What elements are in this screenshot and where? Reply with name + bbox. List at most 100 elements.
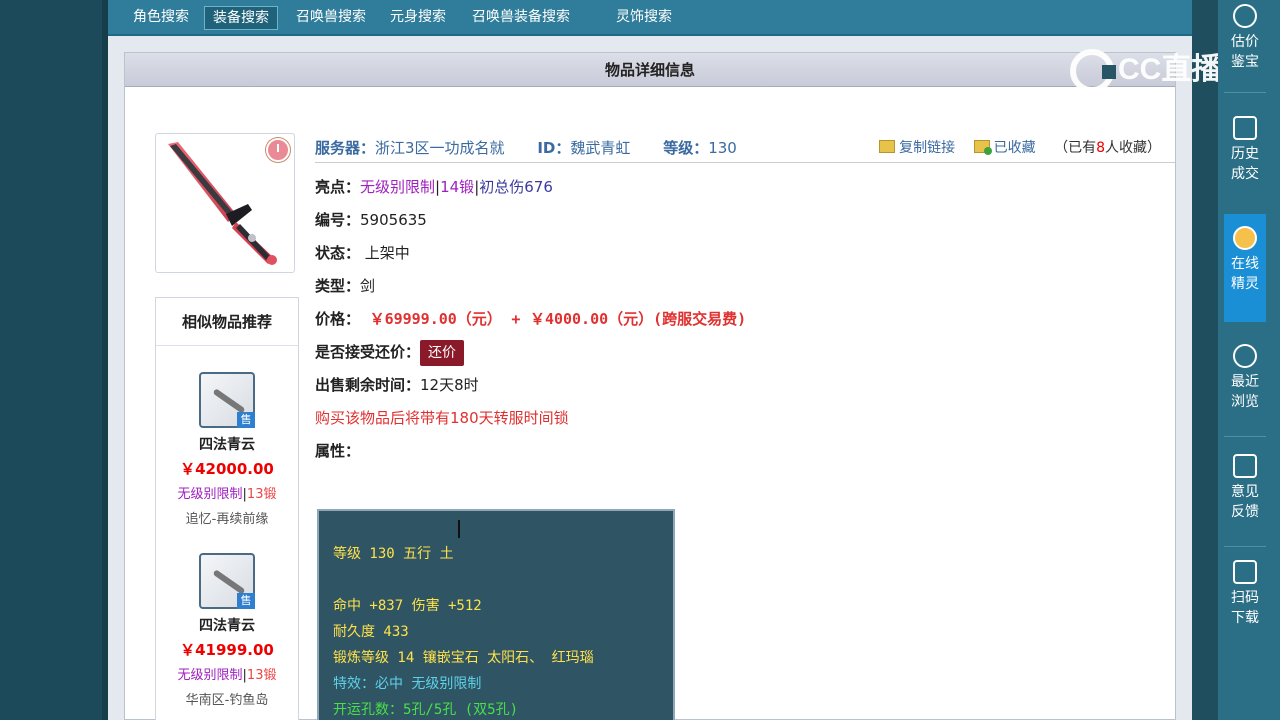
type-value: 剑 bbox=[360, 277, 376, 295]
tab-summon-equipment-search[interactable]: 召唤兽装备搜索 bbox=[464, 6, 578, 30]
price-plus: + bbox=[511, 310, 521, 328]
text-cursor bbox=[458, 520, 460, 538]
check-shield-icon bbox=[1233, 116, 1257, 140]
price-value: ￥69999.00（元） bbox=[369, 310, 502, 328]
top-navigation: 角色搜索 装备搜索 召唤兽搜索 元身搜索 召唤兽装备搜索 灵饰搜索 bbox=[108, 0, 1192, 36]
timer-icon bbox=[266, 138, 290, 162]
highlights-row: 亮点：无级别限制|14锻|初总伤676 bbox=[315, 178, 553, 196]
attr-level-element: 等级 130 五行 土 bbox=[333, 546, 454, 562]
similar-item-price: ￥42000.00 bbox=[180, 460, 274, 478]
similar-item-name[interactable]: 四法青云 bbox=[156, 434, 298, 454]
attr-special-effect: 特效：必中 无级别限制 bbox=[333, 676, 482, 692]
highlight-forge: 14锻 bbox=[440, 178, 475, 196]
cross-server-fee: ￥4000.00（元）(跨服交易费) bbox=[529, 310, 747, 328]
similar-items-box: 相似物品推荐 售 四法青云 ￥42000.00 无级别限制|13锻 追忆-再续前… bbox=[155, 297, 299, 720]
similar-item-server: 华南区-钓鱼岛 bbox=[185, 693, 269, 708]
attributes-row: 属性： bbox=[315, 435, 1175, 468]
id-label: ID： bbox=[537, 139, 571, 157]
copy-link-button[interactable]: 复制链接 bbox=[879, 140, 955, 156]
favorite-count-number: 8 bbox=[1096, 140, 1105, 156]
scan-icon bbox=[1233, 560, 1257, 584]
header-actions: 复制链接 已收藏 （已有8人收藏） bbox=[865, 133, 1161, 163]
sidebar-item-appraisal[interactable]: 估价鉴宝 bbox=[1224, 4, 1266, 72]
folder-link-icon bbox=[879, 140, 896, 153]
haggle-button[interactable]: 还价 bbox=[420, 339, 465, 366]
tab-equipment-search[interactable]: 装备搜索 bbox=[204, 6, 278, 30]
right-sidebar: 估价鉴宝 历史成交 在线精灵 最近浏览 意见反馈 扫码下载 bbox=[1218, 0, 1280, 720]
sidebar-item-label: 扫码下载 bbox=[1231, 590, 1259, 626]
similar-item-tag-forge: 13锻 bbox=[246, 487, 277, 502]
cc-logo-icon bbox=[1070, 49, 1116, 94]
server-label: 服务器： bbox=[315, 139, 376, 157]
attributes-label: 属性： bbox=[315, 442, 361, 460]
similar-item-server: 追忆-再续前缘 bbox=[185, 512, 269, 527]
haggle-row: 是否接受还价： 还价 bbox=[315, 336, 1175, 369]
cc-live-watermark: CC直播 bbox=[1070, 44, 1221, 94]
server-value: 浙江3区一功成名就 bbox=[375, 139, 505, 157]
item-header-row: 服务器：浙江3区一功成名就 ID：魏武青虹 等级：130 复制链接 已收藏 （已… bbox=[315, 133, 1175, 163]
status-label: 状态： bbox=[315, 244, 361, 262]
sword-icon bbox=[212, 569, 246, 595]
attr-luck-holes: 开运孔数：5孔/5孔 (双5孔) bbox=[333, 702, 519, 718]
highlight-damage: 初总伤676 bbox=[479, 178, 553, 196]
favorite-label: 已收藏 bbox=[993, 140, 1036, 156]
attr-durability: 耐久度 433 bbox=[333, 624, 409, 640]
plus-circle-icon bbox=[1233, 4, 1257, 28]
similar-items-title: 相似物品推荐 bbox=[156, 298, 298, 346]
sidebar-item-history-deals[interactable]: 历史成交 bbox=[1224, 116, 1266, 184]
attr-hit-damage: 命中 +837 伤害 +512 bbox=[333, 598, 482, 614]
similar-item-card[interactable]: 售 四法青云 ￥41999.00 无级别限制|13锻 华南区-钓鱼岛 bbox=[156, 553, 298, 708]
folder-favorite-icon bbox=[973, 140, 992, 155]
tab-lingshi-search[interactable]: 灵饰搜索 bbox=[608, 6, 680, 30]
remaining-time-label: 出售剩余时间： bbox=[315, 376, 421, 394]
sidebar-item-label: 估价鉴宝 bbox=[1231, 34, 1259, 70]
sidebar-item-recent[interactable]: 最近浏览 bbox=[1224, 344, 1266, 412]
attr-forge-gems: 锻炼等级 14 镶嵌宝石 太阳石、 红玛瑙 bbox=[333, 650, 594, 666]
sidebar-item-scan-download[interactable]: 扫码下载 bbox=[1224, 560, 1266, 628]
price-label: 价格： bbox=[315, 310, 361, 328]
number-label: 编号： bbox=[315, 211, 361, 229]
similar-item-thumbnail[interactable]: 售 bbox=[199, 553, 255, 609]
item-image bbox=[155, 133, 295, 273]
sidebar-item-label: 历史成交 bbox=[1231, 146, 1259, 182]
sidebar-item-label: 在线精灵 bbox=[1231, 256, 1259, 292]
favorite-button[interactable]: 已收藏 bbox=[973, 140, 1036, 156]
type-label: 类型： bbox=[315, 277, 361, 295]
similar-item-tags: 无级别限制|13锻 bbox=[177, 668, 277, 683]
edit-icon bbox=[1233, 454, 1257, 478]
level-label: 等级： bbox=[663, 139, 709, 157]
number-row: 编号：5905635 bbox=[315, 204, 1175, 237]
similar-item-tags: 无级别限制|13锻 bbox=[177, 487, 277, 502]
highlight-no-level-limit: 无级别限制 bbox=[360, 178, 436, 196]
id-value: 魏武青虹 bbox=[570, 139, 631, 157]
status-row: 状态： 上架中 bbox=[315, 237, 1175, 270]
for-sale-badge: 售 bbox=[237, 412, 255, 428]
similar-item-tag-forge: 13锻 bbox=[246, 668, 277, 683]
number-value: 5905635 bbox=[360, 211, 427, 229]
type-row: 类型：剑 bbox=[315, 270, 1175, 303]
similar-item-card[interactable]: 售 四法青云 ￥42000.00 无级别限制|13锻 追忆-再续前缘 bbox=[156, 372, 298, 527]
copy-link-label: 复制链接 bbox=[899, 140, 956, 156]
item-details: 服务器：浙江3区一功成名就 ID：魏武青虹 等级：130 复制链接 已收藏 （已… bbox=[315, 133, 1175, 468]
remaining-time-value: 12天8时 bbox=[420, 376, 479, 394]
sidebar-item-label: 意见反馈 bbox=[1231, 484, 1259, 520]
sidebar-item-feedback[interactable]: 意见反馈 bbox=[1224, 454, 1266, 522]
level-value: 130 bbox=[708, 139, 737, 157]
left-background-strip bbox=[0, 0, 108, 720]
similar-item-name[interactable]: 四法青云 bbox=[156, 615, 298, 635]
item-detail-panel: 物品详细信息 相似物品推荐 售 四法青云 ￥42000.00 无级别限制|13锻… bbox=[124, 52, 1176, 720]
main-content: 物品详细信息 相似物品推荐 售 四法青云 ￥42000.00 无级别限制|13锻… bbox=[108, 36, 1192, 720]
tab-yuanshen-search[interactable]: 元身搜索 bbox=[382, 6, 454, 30]
similar-item-thumbnail[interactable]: 售 bbox=[199, 372, 255, 428]
for-sale-badge: 售 bbox=[237, 593, 255, 609]
status-value: 上架中 bbox=[364, 244, 410, 262]
sidebar-item-online-helper[interactable]: 在线精灵 bbox=[1224, 226, 1266, 294]
price-row: 价格： ￥69999.00（元） + ￥4000.00（元）(跨服交易费) bbox=[315, 303, 1175, 336]
tab-role-search[interactable]: 角色搜索 bbox=[125, 6, 197, 30]
remaining-time-row: 出售剩余时间：12天8时 bbox=[315, 369, 1175, 402]
tab-summon-search[interactable]: 召唤兽搜索 bbox=[288, 6, 374, 30]
similar-item-tag-level: 无级别限制 bbox=[177, 487, 243, 502]
highlights-label: 亮点： bbox=[315, 178, 361, 196]
haggle-label: 是否接受还价： bbox=[315, 343, 421, 361]
clock-icon bbox=[1233, 344, 1257, 368]
